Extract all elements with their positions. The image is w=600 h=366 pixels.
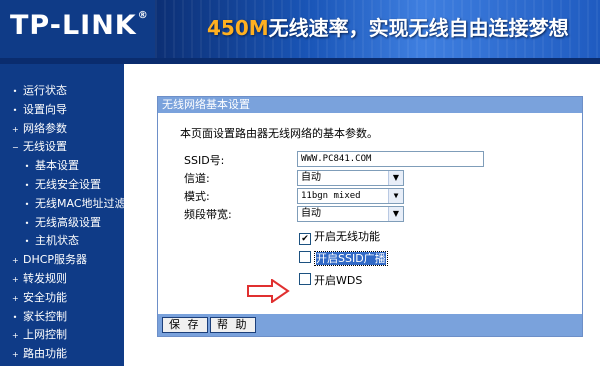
- expand-icon: +: [12, 331, 19, 341]
- sidebar-item-parental-control[interactable]: • 家长控制: [0, 308, 124, 327]
- wds-row: 开启WDS: [299, 272, 362, 288]
- bullet-icon: •: [24, 237, 30, 247]
- ssid-broadcast-label: 开启SSID广播: [314, 251, 388, 266]
- bullet-icon: •: [24, 180, 30, 190]
- bandwidth-label: 频段带宽:: [184, 208, 232, 221]
- sidebar-item-basic-settings[interactable]: • 基本设置: [0, 157, 124, 176]
- sidebar-item-wireless-advanced[interactable]: • 无线高级设置: [0, 214, 124, 233]
- mode-select[interactable]: 11bgn mixed ▼: [297, 188, 404, 204]
- ssid-broadcast-row: 开启SSID广播: [299, 250, 388, 266]
- enable-wireless-label: 开启无线功能: [314, 230, 380, 243]
- sidebar-item-setup-wizard[interactable]: • 设置向导: [0, 101, 124, 120]
- expand-icon: +: [12, 124, 19, 134]
- help-button[interactable]: 帮 助: [210, 317, 256, 333]
- collapse-icon: −: [12, 143, 19, 153]
- panel-footer: 保 存 帮 助: [158, 314, 582, 336]
- save-button[interactable]: 保 存: [162, 317, 208, 333]
- sidebar-item-forwarding[interactable]: + 转发规则: [0, 270, 124, 289]
- enable-wireless-checkbox[interactable]: ✔: [299, 233, 311, 245]
- ssid-broadcast-checkbox[interactable]: [299, 251, 311, 263]
- bullet-icon: •: [12, 87, 18, 96]
- sidebar-item-mac-filter[interactable]: • 无线MAC地址过滤: [0, 195, 126, 214]
- mode-label: 模式:: [184, 190, 210, 203]
- channel-select[interactable]: 自动 ▼: [297, 170, 404, 186]
- expand-icon: +: [12, 293, 19, 303]
- sidebar-item-host-status[interactable]: • 主机状态: [0, 232, 124, 251]
- wds-label: 开启WDS: [314, 274, 363, 287]
- banner-slogan: 450M无线速率，实现无线自由连接梦想: [207, 16, 569, 40]
- red-arrow-icon: [247, 279, 290, 303]
- sidebar-menu: • 运行状态 • 设置向导 + 网络参数 − 无线设置 • 基本设置 • 无线安全设置 • 无…: [0, 82, 126, 364]
- header-banner: 450M无线速率，实现无线自由连接梦想: [155, 0, 600, 58]
- sidebar-item-wireless[interactable]: − 无线设置: [0, 138, 124, 157]
- panel-description: 本页面设置路由器无线网络的基本参数。: [180, 127, 378, 140]
- bullet-icon: •: [24, 162, 30, 172]
- chevron-down-icon: ▼: [388, 171, 403, 185]
- wds-checkbox[interactable]: [299, 273, 311, 285]
- channel-label: 信道:: [184, 172, 210, 185]
- main-content: 无线网络基本设置 本页面设置路由器无线网络的基本参数。 SSID号: WWW.P…: [124, 64, 600, 366]
- wireless-basic-settings-panel: 无线网络基本设置 本页面设置路由器无线网络的基本参数。 SSID号: WWW.P…: [157, 96, 583, 337]
- expand-icon: +: [12, 274, 19, 284]
- sidebar-item-wireless-security[interactable]: • 无线安全设置: [0, 176, 124, 195]
- sidebar-item-access-control[interactable]: + 上网控制: [0, 326, 124, 345]
- bullet-icon: •: [24, 218, 30, 228]
- sidebar-item-dhcp[interactable]: + DHCP服务器: [0, 251, 124, 270]
- sidebar: • 运行状态 • 设置向导 + 网络参数 − 无线设置 • 基本设置 • 无线安全设置 • 无…: [0, 64, 126, 366]
- sidebar-item-security[interactable]: + 安全功能: [0, 289, 124, 308]
- sidebar-item-network[interactable]: + 网络参数: [0, 120, 124, 139]
- bullet-icon: •: [24, 199, 30, 209]
- ssid-input[interactable]: WWW.PC841.COM: [297, 151, 484, 167]
- expand-icon: +: [12, 256, 19, 266]
- enable-wireless-row: ✔ 开启无线功能: [299, 228, 380, 245]
- expand-icon: +: [12, 350, 19, 360]
- ssid-label: SSID号:: [184, 154, 225, 167]
- bullet-icon: •: [12, 105, 18, 115]
- sidebar-item-routing[interactable]: + 路由功能: [0, 345, 124, 364]
- bandwidth-select[interactable]: 自动 ▼: [297, 206, 404, 222]
- panel-title: 无线网络基本设置: [158, 97, 582, 113]
- chevron-down-icon: ▼: [388, 189, 403, 203]
- bullet-icon: •: [12, 312, 18, 322]
- chevron-down-icon: ▼: [388, 207, 403, 221]
- tp-link-logo: TP-LINK®: [10, 10, 149, 41]
- header: TP-LINK® 450M无线速率，实现无线自由连接梦想: [0, 0, 600, 64]
- sidebar-item-status[interactable]: • 运行状态: [0, 82, 124, 101]
